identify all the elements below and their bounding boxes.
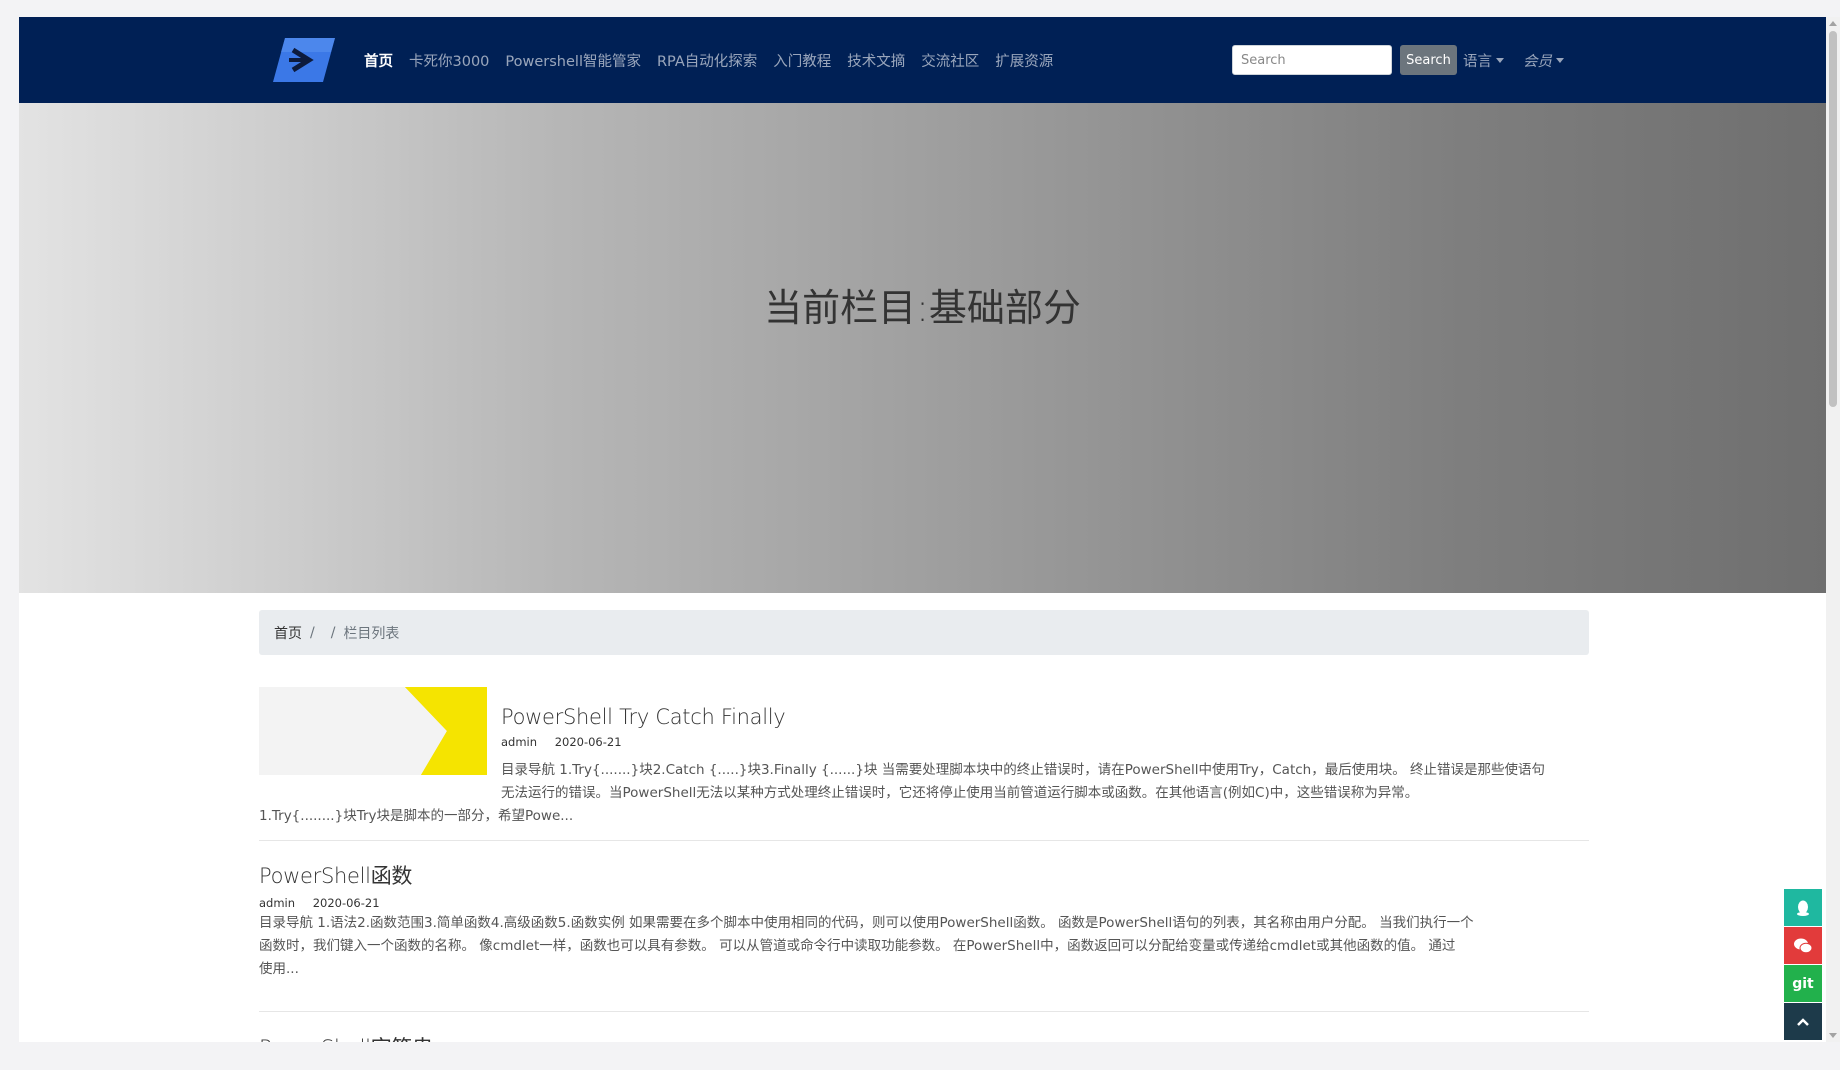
article-title-link[interactable]: PowerShell Try Catch Finally <box>501 705 786 729</box>
page-viewport: 首页 卡死你3000 Powershell智能管家 RPA自动化探索 入门教程 … <box>19 17 1826 1042</box>
divider <box>259 840 1589 841</box>
scroll-up-arrow-icon[interactable] <box>1829 21 1837 26</box>
nav-item-kasini3000[interactable]: 卡死你3000 <box>401 50 497 71</box>
nav-item-rpa[interactable]: RPA自动化探索 <box>649 50 765 71</box>
member-dropdown[interactable]: 会员 <box>1523 17 1564 103</box>
excerpt-line: 无法运行的错误。当PowerShell无法以某种方式处理终止错误时，它还将停止使… <box>501 785 1419 801</box>
language-label: 语言 <box>1463 53 1492 70</box>
article-item: PowerShell字符串 <box>259 1032 1589 1042</box>
top-navbar: 首页 卡死你3000 Powershell智能管家 RPA自动化探索 入门教程 … <box>19 17 1826 103</box>
scroll-down-arrow-icon[interactable] <box>1829 1033 1837 1038</box>
qq-button[interactable] <box>1784 889 1822 926</box>
back-to-top-button[interactable] <box>1784 1003 1822 1040</box>
page-scrollbar[interactable] <box>1826 17 1840 1042</box>
hero-banner: 当前栏目:基础部分 <box>19 103 1826 593</box>
wechat-icon <box>1794 938 1813 953</box>
search-input[interactable] <box>1232 45 1392 75</box>
article-author: admin <box>501 735 538 749</box>
main-nav: 首页 卡死你3000 Powershell智能管家 RPA自动化探索 入门教程 … <box>356 17 1061 103</box>
breadcrumb-separator: / <box>330 624 336 641</box>
scrollbar-thumb[interactable] <box>1829 31 1837 407</box>
nav-item-extensions[interactable]: 扩展资源 <box>987 50 1061 71</box>
wechat-button[interactable] <box>1784 927 1822 964</box>
nav-item-tutorial[interactable]: 入门教程 <box>765 50 839 71</box>
qq-icon <box>1797 900 1809 916</box>
git-icon: git <box>1792 975 1814 992</box>
article-meta: admin 2020-06-21 <box>259 896 1589 910</box>
caret-down-icon <box>1496 57 1504 63</box>
article-excerpt: 目录导航 1.Try{.......}块2.Catch {.....}块3.Fi… <box>259 759 1589 828</box>
excerpt-line: 1.Try{........}块Try块是脚本的一部分，希望Powe... <box>259 808 574 824</box>
language-dropdown[interactable]: 语言 <box>1463 17 1504 103</box>
article-item: PowerShell函数 admin 2020-06-21 目录导航 1.语法2… <box>259 860 1589 981</box>
excerpt-line: 使用... <box>259 961 299 977</box>
article-meta: admin 2020-06-21 <box>501 735 785 749</box>
chevron-up-icon <box>1797 1017 1809 1026</box>
nav-item-tech-digest[interactable]: 技术文摘 <box>839 50 913 71</box>
powershell-logo-icon[interactable] <box>273 36 335 84</box>
nav-item-community[interactable]: 交流社区 <box>913 50 987 71</box>
article-title-link[interactable]: PowerShell函数 <box>259 860 1589 890</box>
nav-item-powershell-butler[interactable]: Powershell智能管家 <box>497 50 649 71</box>
floating-side-buttons: git <box>1784 889 1822 1041</box>
excerpt-line: 函数时，我们键入一个函数的名称。 像cmdlet一样，函数也可以具有参数。 可以… <box>259 938 1456 954</box>
breadcrumb: 首页 / / 栏目列表 <box>259 610 1589 655</box>
article-title-link[interactable]: PowerShell字符串 <box>259 1032 1589 1042</box>
page-title: 当前栏目:基础部分 <box>764 286 1081 330</box>
nav-item-home[interactable]: 首页 <box>356 50 401 71</box>
divider <box>259 1011 1589 1012</box>
article-date: 2020-06-21 <box>312 896 380 910</box>
breadcrumb-separator: / <box>310 624 315 641</box>
member-label: 会员 <box>1523 53 1552 70</box>
article-excerpt: 目录导航 1.语法2.函数范围3.简单函数4.高级函数5.函数实例 如果需要在多… <box>259 912 1589 981</box>
caret-down-icon <box>1556 57 1564 63</box>
breadcrumb-home-link[interactable]: 首页 <box>274 623 302 643</box>
breadcrumb-current: 栏目列表 <box>343 625 400 642</box>
article-date: 2020-06-21 <box>554 735 622 749</box>
article-author: admin <box>259 896 296 910</box>
excerpt-line: 目录导航 1.语法2.函数范围3.简单函数4.高级函数5.函数实例 如果需要在多… <box>259 915 1474 931</box>
search-button[interactable]: Search <box>1400 45 1457 75</box>
article-head: PowerShell Try Catch Finally admin 2020-… <box>501 705 786 749</box>
excerpt-line: 目录导航 1.Try{.......}块2.Catch {.....}块3.Fi… <box>501 762 1546 778</box>
git-button[interactable]: git <box>1784 965 1822 1002</box>
